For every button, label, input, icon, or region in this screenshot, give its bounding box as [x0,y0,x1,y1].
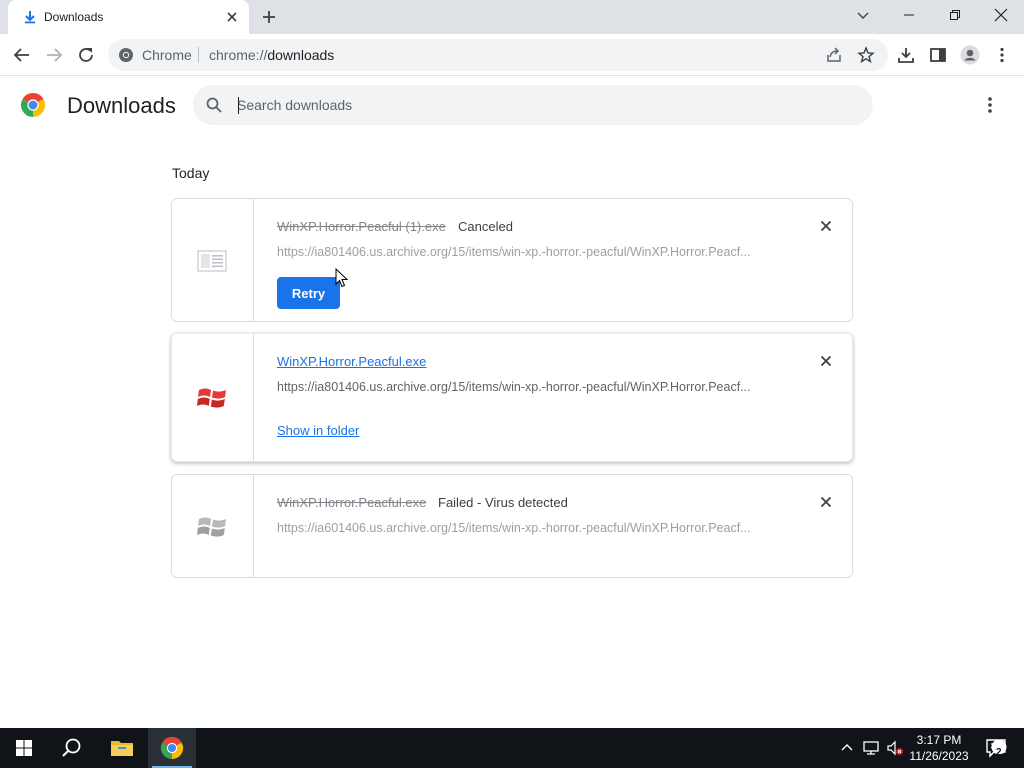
profile-button[interactable] [960,45,980,65]
download-file-name: WinXP.Horror.Peacful (1).exe [277,219,446,234]
download-file-name: WinXP.Horror.Peacful.exe [277,495,427,510]
start-button[interactable] [0,728,48,768]
chrome-site-icon [119,48,133,62]
retry-button[interactable]: Retry [277,277,340,309]
remove-from-list-icon[interactable] [818,494,834,510]
search-icon [62,738,81,757]
generic-file-icon [197,250,227,272]
bookmark-star-icon[interactable] [857,46,875,64]
clock-time: 3:17 PM [916,733,962,747]
reload-button[interactable] [76,45,96,65]
minimize-icon [904,14,914,16]
system-clock[interactable]: 3:17 PM 11/26/2023 [903,732,975,764]
windows-taskbar: 3:17 PM 11/26/2023 [0,728,1024,768]
search-downloads-box[interactable] [193,85,873,125]
windows-flag-icon [197,388,226,408]
restore-icon [950,10,960,20]
tab-strip: Downloads [0,0,1024,34]
download-item-completed: WinXP.Horror.Peacful.exe https://ia80140… [171,333,853,462]
download-source-url[interactable]: https://ia801406.us.archive.org/15/items… [277,245,751,259]
profile-avatar-icon [960,45,980,65]
new-tab-plus-icon[interactable] [260,8,278,26]
minimize-button[interactable] [886,0,932,30]
download-source-url[interactable]: https://ia801406.us.archive.org/15/items… [277,380,751,394]
taskbar-search-button[interactable] [48,728,96,768]
back-arrow-icon [13,48,29,62]
download-icon [898,48,914,63]
browser-toolbar: Chrome chrome://downloads [0,34,1024,76]
file-explorer-button[interactable] [98,728,146,768]
site-chip-label: Chrome [142,47,192,63]
download-icon [25,11,35,24]
address-bar[interactable]: Chrome chrome://downloads [108,39,888,71]
tab-title: Downloads [44,10,104,24]
more-actions-icon[interactable] [980,95,1000,115]
close-window-button[interactable] [978,0,1024,30]
chevron-up-icon[interactable] [838,739,856,757]
mouse-cursor-icon [335,268,349,288]
download-status: Canceled [458,219,513,234]
back-button[interactable] [12,45,32,65]
tab-search-button[interactable] [840,0,886,30]
url-text: chrome://downloads [209,47,335,63]
chrome-taskbar-button[interactable] [148,728,196,768]
text-caret [238,97,239,114]
tab-downloads[interactable]: Downloads [8,0,249,34]
search-icon [206,97,222,113]
forward-button[interactable] [44,45,64,65]
side-panel-button[interactable] [928,45,948,65]
download-item-canceled: WinXP.Horror.Peacful (1).exe Canceled ht… [171,198,853,322]
kebab-menu-icon [1000,47,1004,63]
forward-arrow-icon [47,48,63,62]
reload-icon [79,48,93,62]
chrome-icon [160,736,184,760]
restore-button[interactable] [932,0,978,30]
share-icon[interactable] [825,46,843,64]
download-file-link[interactable]: WinXP.Horror.Peacful.exe [277,354,426,369]
chrome-logo-icon [20,92,46,117]
remove-from-list-icon[interactable] [818,218,834,234]
chevron-down-icon [857,12,869,19]
close-tab-icon[interactable] [224,9,240,25]
folder-icon [111,741,133,756]
notification-count: 2 [996,747,1002,758]
downloads-toolbar-button[interactable] [896,45,916,65]
download-item-failed: WinXP.Horror.Peacful.exe Failed - Virus … [171,474,853,578]
file-icon-column [172,199,254,321]
volume-muted-icon[interactable] [886,739,904,757]
close-icon [994,8,1008,22]
show-in-folder-link[interactable]: Show in folder [277,423,359,438]
page-title: Downloads [67,93,176,118]
network-icon[interactable] [862,739,880,757]
windows-start-icon [16,740,32,756]
file-icon-column [172,334,254,461]
search-downloads-input[interactable] [237,95,837,115]
file-icon-column [172,475,254,577]
chrome-menu-button[interactable] [992,45,1012,65]
clock-date: 11/26/2023 [909,749,969,763]
side-panel-icon [930,48,946,62]
download-status: Failed - Virus detected [438,495,568,510]
download-source-url[interactable]: https://ia601406.us.archive.org/15/items… [277,521,751,535]
windows-flag-grey-icon [197,517,226,537]
remove-from-list-icon[interactable] [818,353,834,369]
date-section-label: Today [172,165,210,181]
downloads-page-header: Downloads [0,76,1024,136]
omnibox-divider [198,47,199,63]
